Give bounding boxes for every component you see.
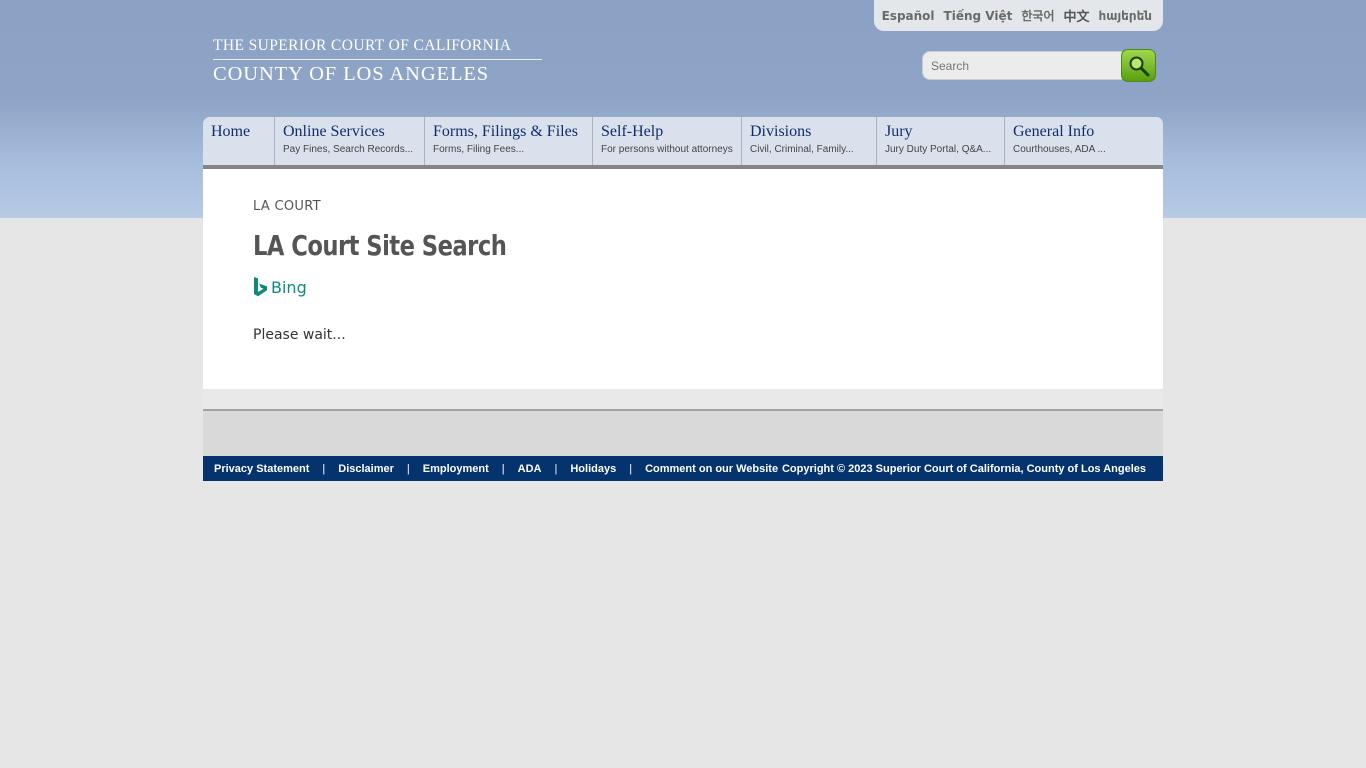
nav-item-title: Self-Help xyxy=(601,123,664,140)
court-logo[interactable]: THE SUPERIOR COURT OF CALIFORNIA COUNTY … xyxy=(213,37,543,86)
language-link-spanish[interactable]: Español xyxy=(882,9,935,23)
breadcrumb[interactable]: LA COURT xyxy=(253,199,321,214)
nav-item-subtitle: For persons without attorneys xyxy=(601,144,733,155)
search-button[interactable] xyxy=(1121,49,1156,82)
nav-item-subtitle: Pay Fines, Search Records... xyxy=(283,144,414,155)
footer-bar: Privacy Statement | Disclaimer | Employm… xyxy=(203,456,1163,481)
logo-line-2: COUNTY OF LOS ANGELES xyxy=(213,63,490,85)
nav-item-online-services[interactable]: Online Services Pay Fines, Search Record… xyxy=(275,117,425,165)
footer-link-disclaimer[interactable]: Disclaimer xyxy=(338,463,394,475)
search-input[interactable] xyxy=(923,52,1129,79)
magnifier-icon xyxy=(1129,56,1150,77)
language-link-armenian[interactable]: հայերեն xyxy=(1099,9,1153,23)
bing-logo: Bing xyxy=(253,277,307,297)
logo-rule xyxy=(213,59,542,60)
footer-separator: | xyxy=(501,462,505,475)
nav-item-title: General Info xyxy=(1013,123,1095,140)
footer-link-ada[interactable]: ADA xyxy=(518,463,542,475)
nav-item-title: Home xyxy=(211,123,251,140)
page-container: Español Tiếng Việt 한국어 中文 հայերեն THE SU… xyxy=(203,0,1163,768)
status-text: Please wait... xyxy=(253,327,346,343)
footer-link-privacy[interactable]: Privacy Statement xyxy=(214,463,309,475)
copyright-text: Copyright © 2023 Superior Court of Calif… xyxy=(781,462,1146,475)
language-link-vietnamese[interactable]: Tiếng Việt xyxy=(944,9,1013,23)
language-link-chinese[interactable]: 中文 xyxy=(1063,6,1089,25)
nav-item-subtitle: Jury Duty Portal, Q&A... xyxy=(885,144,992,155)
bing-icon xyxy=(254,277,267,297)
footer-links: Privacy Statement | Disclaimer | Employm… xyxy=(214,463,778,475)
footer-band xyxy=(203,411,1163,456)
nav-item-home[interactable]: Home xyxy=(203,117,275,165)
footer-separator: | xyxy=(629,462,633,475)
nav-item-general-info[interactable]: General Info Courthouses, ADA ... xyxy=(1005,117,1163,165)
footer-link-employment[interactable]: Employment xyxy=(423,463,489,475)
footer-separator: | xyxy=(554,462,558,475)
nav-item-title: Jury xyxy=(885,123,913,140)
content-gap xyxy=(203,389,1163,409)
page-title: LA Court Site Search xyxy=(253,229,507,262)
nav-item-jury[interactable]: Jury Jury Duty Portal, Q&A... xyxy=(877,117,1005,165)
main-content: LA COURT LA Court Site Search Bing Pleas… xyxy=(203,169,1163,389)
nav-item-forms-filings-files[interactable]: Forms, Filings & Files Forms, Filing Fee… xyxy=(425,117,593,165)
footer-link-holidays[interactable]: Holidays xyxy=(570,463,616,475)
nav-item-subtitle: Civil, Criminal, Family... xyxy=(750,144,854,155)
logo-line-1: THE SUPERIOR COURT OF CALIFORNIA xyxy=(213,37,512,54)
nav-item-divisions[interactable]: Divisions Civil, Criminal, Family... xyxy=(742,117,877,165)
nav-item-title: Forms, Filings & Files xyxy=(433,123,578,140)
nav-item-self-help[interactable]: Self-Help For persons without attorneys xyxy=(593,117,742,165)
nav-item-title: Divisions xyxy=(750,123,812,140)
nav-item-subtitle: Courthouses, ADA ... xyxy=(1013,144,1106,155)
bing-label: Bing xyxy=(271,277,307,297)
footer-link-comment[interactable]: Comment on our Website xyxy=(645,463,778,475)
footer-separator: | xyxy=(406,462,410,475)
language-link-korean[interactable]: 한국어 xyxy=(1021,7,1054,24)
search-box xyxy=(922,51,1129,80)
language-bar: Español Tiếng Việt 한국어 中文 հայերեն xyxy=(873,0,1163,31)
nav-item-subtitle: Forms, Filing Fees... xyxy=(433,144,525,155)
footer-separator: | xyxy=(322,462,326,475)
nav-item-title: Online Services xyxy=(283,123,385,140)
main-navigation: Home Online Services Pay Fines, Search R… xyxy=(203,117,1163,165)
